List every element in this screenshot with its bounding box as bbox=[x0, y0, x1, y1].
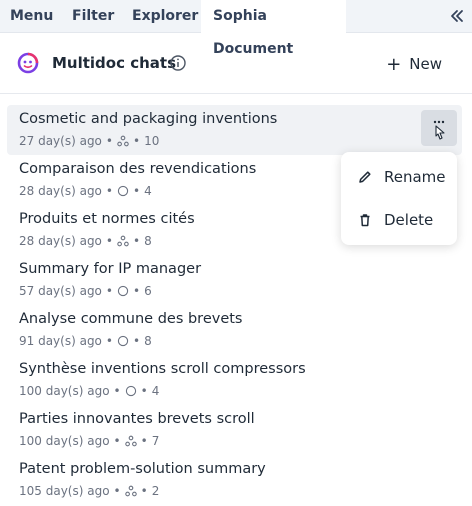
chat-age: 28 day(s) ago bbox=[19, 234, 102, 248]
rename-menu-item[interactable]: Rename bbox=[341, 158, 457, 198]
rename-label: Rename bbox=[384, 168, 446, 186]
chat-doc-count: 7 bbox=[151, 434, 160, 448]
delete-label: Delete bbox=[384, 211, 434, 229]
nodes-icon bbox=[117, 235, 129, 247]
chat-meta: 28 day(s) ago • • 4 bbox=[19, 184, 152, 198]
chat-meta: 100 day(s) ago • • 7 bbox=[19, 434, 160, 448]
chat-age: 27 day(s) ago bbox=[19, 134, 102, 148]
chat-doc-count: 4 bbox=[144, 184, 152, 198]
chat-age: 28 day(s) ago bbox=[19, 184, 102, 198]
tab-explorer[interactable]: Explorer bbox=[132, 0, 198, 33]
chat-meta: 28 day(s) ago • • 8 bbox=[19, 234, 152, 248]
list-item[interactable]: Cosmetic and packaging inventions 27 day… bbox=[7, 105, 462, 155]
chat-title: Synthèse inventions scroll compressors bbox=[19, 361, 306, 377]
chat-doc-count: 10 bbox=[144, 134, 160, 148]
chat-title: Patent problem-solution summary bbox=[19, 461, 266, 477]
page-title: Multidoc chats bbox=[52, 54, 177, 72]
chat-meta: 100 day(s) ago • • 4 bbox=[19, 384, 160, 398]
multidoc-logo-icon bbox=[17, 52, 39, 74]
nodes-icon bbox=[124, 485, 137, 497]
new-chat-label: New bbox=[409, 55, 442, 73]
pencil-icon bbox=[359, 171, 371, 183]
chat-doc-count: 6 bbox=[144, 284, 152, 298]
nodes-icon bbox=[124, 435, 137, 447]
context-menu: Rename Delete bbox=[341, 152, 457, 245]
tab-sophia-document[interactable]: Sophia Document bbox=[201, 0, 346, 57]
delete-menu-item[interactable]: Delete bbox=[341, 201, 457, 241]
chat-doc-count: 8 bbox=[144, 234, 152, 248]
chat-doc-count: 8 bbox=[144, 334, 152, 348]
circle-icon bbox=[117, 285, 129, 297]
chat-title: Comparaison des revendications bbox=[19, 161, 257, 177]
chat-age: 100 day(s) ago bbox=[19, 434, 110, 448]
list-item[interactable]: Parties innovantes brevets scroll 100 da… bbox=[7, 405, 462, 455]
chat-meta: 57 day(s) ago • • 6 bbox=[19, 284, 152, 298]
list-item[interactable]: Analyse commune des brevets 91 day(s) ag… bbox=[7, 305, 462, 355]
new-chat-button[interactable]: + New bbox=[386, 52, 442, 76]
chat-title: Analyse commune des brevets bbox=[19, 311, 243, 327]
chat-age: 100 day(s) ago bbox=[19, 384, 110, 398]
plus-icon: + bbox=[386, 54, 402, 75]
chat-meta: 27 day(s) ago • • 10 bbox=[19, 134, 160, 148]
chat-doc-count: 4 bbox=[151, 384, 160, 398]
circle-icon bbox=[125, 385, 136, 397]
circle-icon bbox=[117, 335, 129, 347]
chat-title: Parties innovantes brevets scroll bbox=[19, 411, 255, 427]
nodes-icon bbox=[117, 135, 129, 147]
list-item[interactable]: Summary for IP manager 57 day(s) ago • •… bbox=[7, 255, 462, 305]
tab-filter[interactable]: Filter bbox=[72, 0, 114, 33]
panel-header: Multidoc chats + New bbox=[0, 34, 472, 94]
tab-menu[interactable]: Menu bbox=[10, 0, 53, 33]
chat-meta: 91 day(s) ago • • 8 bbox=[19, 334, 152, 348]
chat-meta: 105 day(s) ago • • 2 bbox=[19, 484, 160, 498]
trash-icon bbox=[360, 214, 370, 227]
chat-age: 57 day(s) ago bbox=[19, 284, 102, 298]
tab-bar: Menu Filter Explorer Sophia Document bbox=[0, 0, 472, 57]
hand-pointer-icon bbox=[433, 120, 445, 140]
circle-icon bbox=[117, 185, 129, 197]
info-icon[interactable] bbox=[169, 54, 187, 72]
chat-title: Produits et normes cités bbox=[19, 211, 195, 227]
chat-title: Cosmetic and packaging inventions bbox=[19, 111, 278, 127]
chat-title: Summary for IP manager bbox=[19, 261, 202, 277]
chat-age: 91 day(s) ago bbox=[19, 334, 102, 348]
list-item[interactable]: Patent problem-solution summary 105 day(… bbox=[7, 455, 462, 505]
more-options-button[interactable] bbox=[421, 110, 457, 146]
double-chevron-left-icon[interactable] bbox=[448, 7, 466, 25]
chat-doc-count: 2 bbox=[151, 484, 160, 498]
list-item[interactable]: Synthèse inventions scroll compressors 1… bbox=[7, 355, 462, 405]
chat-age: 105 day(s) ago bbox=[19, 484, 110, 498]
